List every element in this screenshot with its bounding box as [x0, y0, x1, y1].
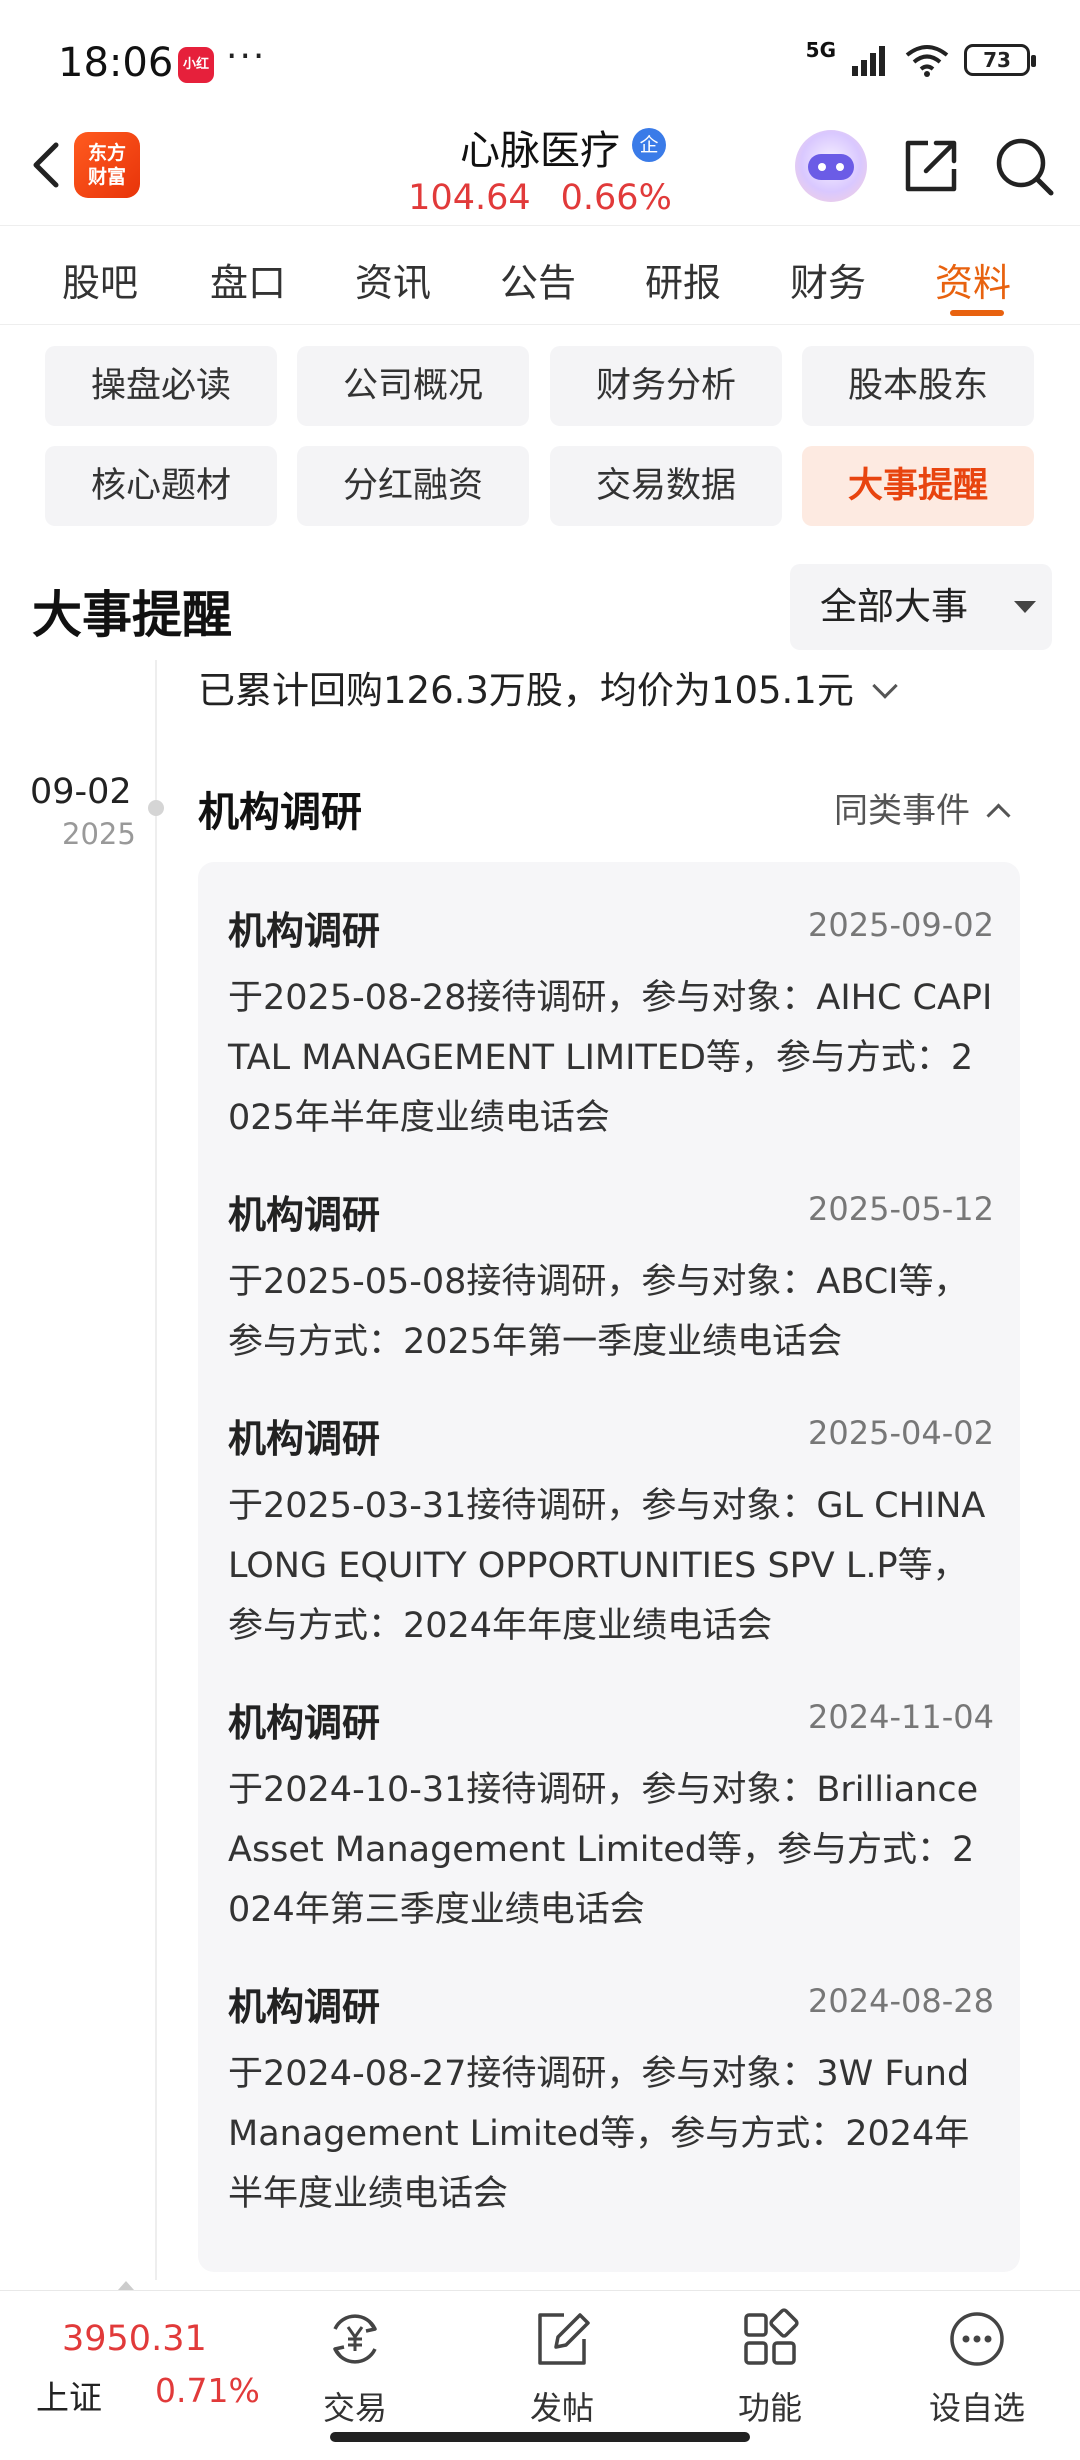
- add-watchlist-button[interactable]: 设自选: [907, 2307, 1047, 2429]
- ai-assistant-icon[interactable]: [795, 130, 867, 202]
- tab-research[interactable]: 研报: [645, 252, 721, 307]
- item-title: 机构调研: [228, 1193, 381, 1237]
- event-title: 机构调研: [198, 788, 362, 836]
- add-watchlist-label: 设自选: [928, 2389, 1025, 2427]
- item-date: 2025-09-02: [808, 906, 994, 944]
- trade-button[interactable]: 交易: [285, 2307, 425, 2429]
- summary-text: 已累计回购126.3万股，均价为105.1元: [198, 669, 854, 712]
- share-icon[interactable]: [900, 135, 962, 197]
- chevron-down-icon: [872, 673, 898, 699]
- post-label: 发帖: [529, 2389, 594, 2427]
- app-notification-icon: 小红书: [178, 47, 214, 108]
- section-title: 大事提醒: [32, 586, 232, 644]
- wifi-icon: [905, 45, 949, 77]
- item-title: 机构调研: [228, 1417, 381, 1461]
- status-time: 18:06: [58, 40, 174, 86]
- event-filter-dropdown[interactable]: 全部大事: [790, 564, 1052, 650]
- index-value: 3950.31: [62, 2319, 207, 2359]
- item-title: 机构调研: [228, 909, 381, 953]
- battery-indicator: 73: [964, 44, 1036, 76]
- stock-change-pct: 0.66%: [560, 178, 672, 218]
- similar-events-card: 机构调研 2025-09-02 于2025-08-28接待调研，参与对象：AIH…: [198, 862, 1020, 2272]
- tab-finance[interactable]: 财务: [790, 252, 866, 307]
- post-button[interactable]: 发帖: [492, 2307, 632, 2429]
- more-circle-icon: [950, 2312, 1004, 2366]
- item-title: 机构调研: [228, 1701, 381, 1745]
- edit-icon: [538, 2313, 590, 2365]
- functions-button[interactable]: 功能: [700, 2307, 840, 2429]
- previous-event-summary[interactable]: 已累计回购126.3万股，均价为105.1元: [198, 660, 898, 714]
- item-date: 2024-08-28: [808, 1982, 994, 2020]
- subtab-company-overview[interactable]: 公司概况: [297, 346, 529, 426]
- main-tabs: 股吧 盘口 资讯 公告 研报 财务 资料: [0, 225, 1080, 325]
- subtab-dividends[interactable]: 分红融资: [297, 446, 529, 526]
- event-year: 2025: [62, 817, 136, 851]
- chevron-up-icon: [986, 803, 1011, 828]
- timeline-line: [155, 660, 157, 2280]
- home-indicator[interactable]: [330, 2432, 750, 2442]
- item-desc: 于2025-08-28接待调研，参与对象：AIHC CAPITAL MANAGE…: [228, 978, 993, 1138]
- functions-label: 功能: [737, 2389, 802, 2427]
- item-date: 2025-05-12: [808, 1190, 994, 1228]
- item-desc: 于2024-08-27接待调研，参与对象：3W Fund Management …: [228, 2054, 970, 2214]
- trade-label: 交易: [322, 2389, 387, 2427]
- signal-icon: [852, 46, 885, 76]
- subtab-trading-guide[interactable]: 操盘必读: [45, 346, 277, 426]
- filter-label: 全部大事: [820, 585, 968, 628]
- similar-events-toggle[interactable]: 同类事件: [834, 783, 1011, 832]
- item-date: 2025-04-02: [808, 1414, 994, 1452]
- item-desc: 于2025-03-31接待调研，参与对象：GL CHINA LONG EQUIT…: [228, 1486, 986, 1646]
- tab-news[interactable]: 资讯: [355, 252, 431, 307]
- index-change: 0.71%: [155, 2371, 260, 2410]
- event-date: 09-02: [30, 772, 132, 812]
- subtab-shareholders[interactable]: 股本股东: [802, 346, 1034, 426]
- caret-down-icon: [1014, 601, 1036, 613]
- subtab-trading-data[interactable]: 交易数据: [550, 446, 782, 526]
- stock-name: 心脉医疗: [460, 128, 620, 174]
- tab-guba[interactable]: 股吧: [62, 252, 138, 307]
- timeline-dot: [148, 800, 164, 816]
- more-notifications-icon: ···: [226, 36, 267, 77]
- subtab-events[interactable]: 大事提醒: [802, 446, 1034, 526]
- tab-profile[interactable]: 资料: [935, 252, 1011, 307]
- index-name: 上证: [36, 2378, 102, 2417]
- item-desc: 于2024-10-31接待调研，参与对象：Brilliance Asset Ma…: [228, 1770, 979, 1930]
- tab-announcements[interactable]: 公告: [500, 252, 576, 307]
- stock-price: 104.64: [408, 178, 531, 218]
- grid-icon: [744, 2308, 799, 2365]
- active-tab-indicator: [950, 310, 1004, 316]
- subtab-core-themes[interactable]: 核心题材: [45, 446, 277, 526]
- item-date: 2024-11-04: [808, 1698, 994, 1736]
- subtab-financial-analysis[interactable]: 财务分析: [550, 346, 782, 426]
- status-bar: 18:06 小红书 ··· 5G 73: [0, 0, 1080, 120]
- enterprise-badge: 企: [632, 128, 666, 162]
- caret-up-icon: [118, 2281, 134, 2290]
- item-title: 机构调研: [228, 1985, 381, 2029]
- tab-pankou[interactable]: 盘口: [210, 252, 286, 307]
- yuan-swap-icon: [333, 2314, 377, 2364]
- item-desc: 于2025-05-08接待调研，参与对象：ABCI等，参与方式：2025年第一季…: [228, 1262, 969, 1362]
- network-type: 5G: [805, 38, 836, 62]
- similar-events-label: 同类事件: [834, 791, 970, 831]
- search-icon[interactable]: [993, 135, 1055, 197]
